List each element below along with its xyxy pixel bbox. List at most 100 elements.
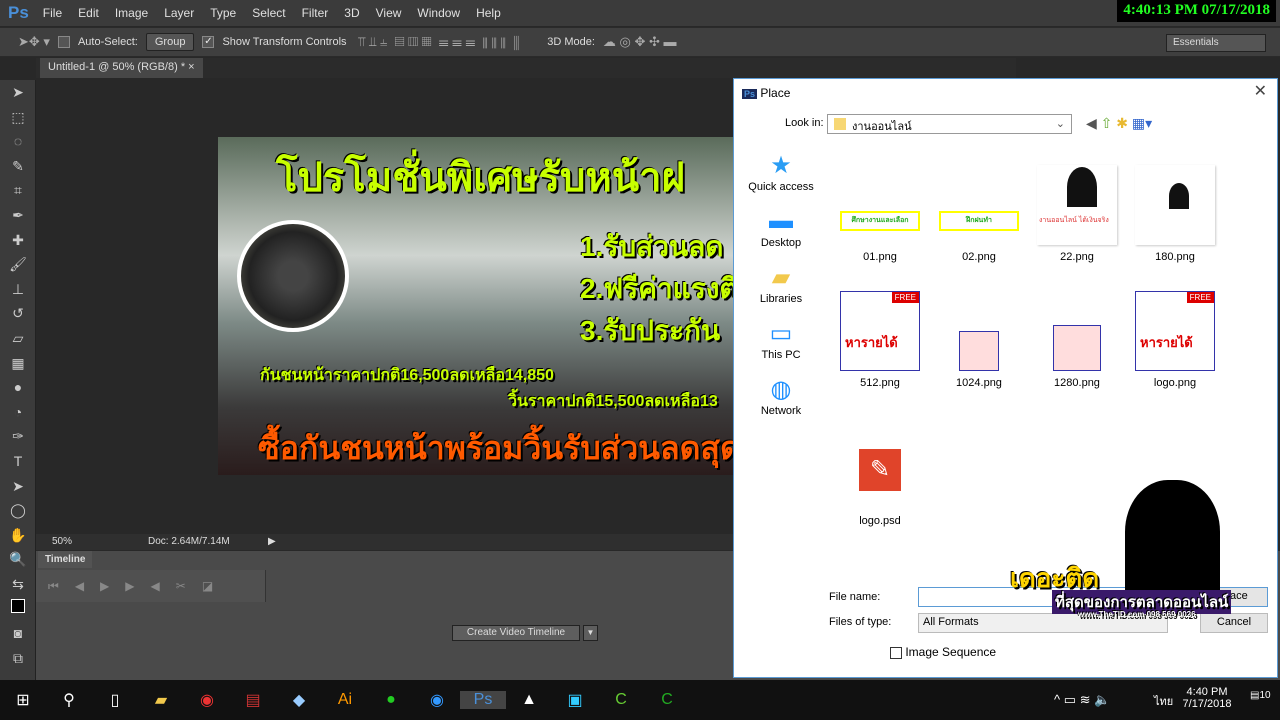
file-item[interactable]: 1280.png <box>1032 291 1122 389</box>
menu-3d[interactable]: 3D <box>344 6 359 20</box>
ellipse-tool-icon[interactable]: ◯ <box>0 498 36 523</box>
network-icon: ◍ <box>770 376 792 403</box>
file-item[interactable]: 180.png <box>1130 165 1220 263</box>
swap-colors-icon[interactable]: ⇆ <box>0 572 36 597</box>
illustrator-icon[interactable]: Ai <box>322 691 368 709</box>
hand-tool-icon[interactable]: ✋ <box>0 523 36 548</box>
camtasia-icon[interactable]: C <box>598 691 644 709</box>
file-item[interactable]: ศึกษางานและเลือก 01.png <box>835 165 925 263</box>
prev-frame-icon[interactable]: ◀ <box>75 579 84 593</box>
menu-type[interactable]: Type <box>210 6 236 20</box>
dodge-tool-icon[interactable]: ◔ <box>0 400 36 425</box>
up-folder-icon[interactable]: ⇧ <box>1101 115 1113 131</box>
move-tool-icon[interactable]: ➤✥ ▾ <box>18 34 50 50</box>
app-icon[interactable]: ◆ <box>276 690 322 710</box>
timeline-dropdown-icon[interactable]: ▼ <box>583 625 598 641</box>
photoshop-taskbar-icon[interactable]: Ps <box>460 691 506 709</box>
history-brush-icon[interactable]: ↺ <box>0 301 36 326</box>
workspace-select[interactable]: Essentials <box>1166 34 1266 52</box>
brush-tool-icon[interactable]: 🖌 <box>0 252 36 277</box>
new-folder-icon[interactable]: ✱ <box>1116 115 1128 131</box>
quick-select-tool-icon[interactable]: ✎ <box>0 154 36 179</box>
split-icon[interactable]: ✂ <box>176 579 186 593</box>
first-frame-icon[interactable]: ⏮ <box>48 579 59 594</box>
zoom-tool-icon[interactable]: 🔍 <box>0 547 36 572</box>
canvas-artwork[interactable]: โปรโมชั่นพิเศษรับหน้าฝ 1.รับส่วนลด 2.ฟรี… <box>218 137 735 475</box>
taskbar-clock[interactable]: 4:40 PM 7/17/2018 <box>1178 686 1236 710</box>
close-icon[interactable]: ✕ <box>1254 81 1267 101</box>
gradient-tool-icon[interactable]: ▦ <box>0 351 36 376</box>
view-menu-icon[interactable]: ▦▾ <box>1132 115 1152 131</box>
align-icons[interactable]: ⫪ ⫫ ⫨ ▤ ▥ ▦ ☰ ☰ ☰ ⫴ ⫴ ⫴ ⫼ <box>355 34 519 50</box>
file-item[interactable]: FREE หารายได้ logo.png <box>1130 291 1220 389</box>
menu-window[interactable]: Window <box>417 6 460 20</box>
system-tray-icons[interactable]: ^ ▭ ≋ 🔈 <box>1054 692 1110 708</box>
quick-mask-icon[interactable]: ◙ <box>0 621 36 646</box>
menu-view[interactable]: View <box>376 6 402 20</box>
transition-icon[interactable]: ◪ <box>202 579 213 593</box>
menu-edit[interactable]: Edit <box>78 6 99 20</box>
crop-tool-icon[interactable]: ⌗ <box>0 178 36 203</box>
blur-tool-icon[interactable]: ● <box>0 375 36 400</box>
type-tool-icon[interactable]: T <box>0 449 36 474</box>
healing-tool-icon[interactable]: ✚ <box>0 228 36 253</box>
document-tab[interactable]: Untitled-1 @ 50% (RGB/8) * × <box>40 58 203 78</box>
image-sequence-option[interactable]: Image Sequence <box>890 645 996 659</box>
stamp-tool-icon[interactable]: ⊥ <box>0 277 36 302</box>
video-editor-icon[interactable]: ▣ <box>552 690 598 710</box>
language-indicator[interactable]: ไทย <box>1154 692 1173 710</box>
create-video-timeline-button[interactable]: Create Video Timeline <box>452 625 580 641</box>
bumper-photo-circle[interactable] <box>237 220 349 332</box>
winrar-icon[interactable]: ▤ <box>230 690 276 710</box>
play-icon[interactable]: ▶ <box>100 579 109 593</box>
audio-icon[interactable]: ◀ <box>151 579 160 593</box>
menu-filter[interactable]: Filter <box>302 6 329 20</box>
image-sequence-checkbox[interactable] <box>890 646 902 659</box>
group-select[interactable]: Group <box>145 33 195 51</box>
place-this-pc[interactable]: ▭ This PC <box>739 319 823 361</box>
file-item[interactable]: ✎ logo.psd <box>835 429 925 527</box>
color-swatches[interactable] <box>0 596 36 621</box>
line-icon[interactable]: ● <box>368 691 414 709</box>
file-item[interactable]: 1024.png <box>934 291 1024 389</box>
zoom-level[interactable]: 50% <box>52 536 72 547</box>
lasso-tool-icon[interactable]: ◌ <box>0 129 36 154</box>
notifications-icon[interactable]: ▤10 <box>1250 690 1271 701</box>
eraser-tool-icon[interactable]: ▱ <box>0 326 36 351</box>
show-transform-checkbox[interactable]: ✓ <box>202 36 215 48</box>
auto-select-checkbox[interactable] <box>57 36 70 48</box>
place-quick-access[interactable]: ★ Quick access <box>739 151 823 193</box>
place-libraries[interactable]: ▰ Libraries <box>739 263 823 305</box>
look-in-select[interactable]: งานออนไลน์ ⌄ <box>827 114 1072 134</box>
3d-mode-icons[interactable]: ☁ ◎ ✥ ✣ ▬ <box>603 34 677 50</box>
back-icon[interactable]: ◀ <box>1086 115 1097 131</box>
move-tool-icon[interactable]: ➤ <box>0 80 36 105</box>
task-view-icon[interactable]: ▯ <box>92 690 138 710</box>
status-menu-arrow-icon[interactable]: ▶ <box>268 536 276 547</box>
timeline-tab[interactable]: Timeline <box>38 551 93 568</box>
menu-layer[interactable]: Layer <box>164 6 194 20</box>
windows-start-icon[interactable]: ⊞ <box>0 690 46 710</box>
file-item[interactable]: FREE หารายได้ 512.png <box>835 291 925 389</box>
menu-help[interactable]: Help <box>476 6 501 20</box>
eyedropper-tool-icon[interactable]: ✒ <box>0 203 36 228</box>
chrome-icon[interactable]: ◉ <box>184 690 230 710</box>
menu-select[interactable]: Select <box>252 6 285 20</box>
search-icon[interactable]: ⚲ <box>46 690 92 710</box>
file-explorer-icon[interactable]: ▰ <box>138 690 184 710</box>
teamviewer-icon[interactable]: ◉ <box>414 690 460 710</box>
path-select-icon[interactable]: ➤ <box>0 474 36 499</box>
screen-mode-icon[interactable]: ⧉ <box>0 646 36 671</box>
file-item[interactable]: ฝึกฝนทำ 02.png <box>934 165 1024 263</box>
menu-image[interactable]: Image <box>115 6 148 20</box>
pen-tool-icon[interactable]: ✑ <box>0 424 36 449</box>
camtasia-recorder-icon[interactable]: C <box>644 691 690 709</box>
photos-icon[interactable]: ▲ <box>506 691 552 709</box>
place-desktop[interactable]: ▬ Desktop <box>739 207 823 249</box>
close-tab-icon[interactable]: × <box>188 61 194 73</box>
next-frame-icon[interactable]: ▶ <box>125 579 134 593</box>
place-network[interactable]: ◍ Network <box>739 375 823 417</box>
marquee-tool-icon[interactable]: ⬚ <box>0 105 36 130</box>
file-item[interactable]: งานออนไลน์ ได้เงินจริง 22.png <box>1032 165 1122 263</box>
menu-file[interactable]: File <box>43 6 62 20</box>
